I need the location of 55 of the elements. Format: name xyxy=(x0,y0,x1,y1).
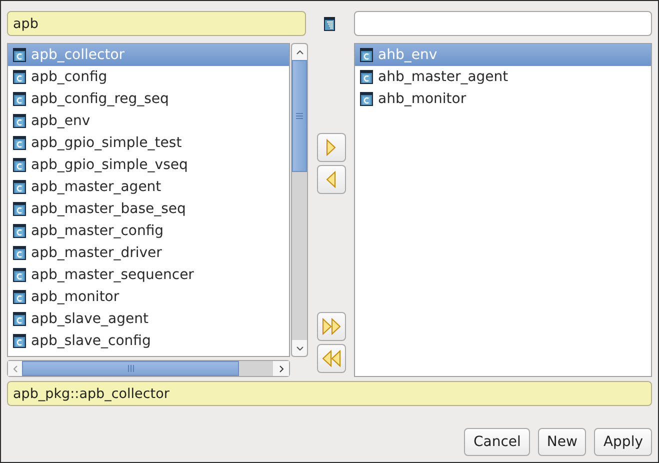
class-icon xyxy=(13,70,26,84)
list-item[interactable]: apb_master_base_seq xyxy=(8,198,289,220)
scroll-down-icon[interactable] xyxy=(296,346,304,350)
list-item[interactable]: apb_gpio_simple_test xyxy=(8,132,289,154)
dialog-button[interactable]: Cancel xyxy=(464,428,530,456)
filter-field[interactable]: apb xyxy=(7,11,306,36)
move-all-left-button[interactable] xyxy=(316,344,346,373)
class-icon xyxy=(360,70,373,84)
class-icon xyxy=(360,92,373,106)
scroll-right-icon[interactable] xyxy=(278,364,284,372)
class-icon xyxy=(13,48,26,62)
list-item[interactable]: apb_master_agent xyxy=(8,176,289,198)
grip-icon xyxy=(128,365,134,372)
info-field[interactable]: apb_pkg::apb_collector xyxy=(7,381,652,406)
list-item[interactable]: apb_config_reg_seq xyxy=(8,88,289,110)
name-field[interactable] xyxy=(354,11,652,36)
double-right-triangle-icon xyxy=(322,318,340,335)
class-icon xyxy=(13,202,26,216)
list-item[interactable]: apb_master_config xyxy=(8,220,289,242)
class-icon xyxy=(13,224,26,238)
class-icon xyxy=(13,268,26,282)
list-item[interactable]: apb_slave_agent xyxy=(8,308,289,330)
list-item[interactable]: apb_gpio_simple_vseq xyxy=(8,154,289,176)
right-triangle-icon xyxy=(326,139,336,156)
class-icon xyxy=(13,180,26,194)
scroll-up-icon[interactable] xyxy=(296,50,304,54)
class-icon xyxy=(13,158,26,172)
vertical-scrollbar[interactable] xyxy=(291,43,308,357)
class-icon xyxy=(13,312,26,326)
move-left-button[interactable] xyxy=(316,165,346,194)
class-icon xyxy=(13,92,26,106)
class-icon xyxy=(13,246,26,260)
grip-icon xyxy=(296,113,303,119)
list-item[interactable]: apb_env xyxy=(8,110,289,132)
double-left-triangle-icon xyxy=(322,350,340,367)
dialog-button[interactable]: New xyxy=(538,428,586,456)
class-icon xyxy=(13,114,26,128)
class-icon xyxy=(13,136,26,150)
left-triangle-icon xyxy=(326,171,336,188)
class-icon xyxy=(13,334,26,348)
class-icon xyxy=(13,290,26,304)
horizontal-scrollbar[interactable] xyxy=(7,360,290,377)
list-icon[interactable] xyxy=(324,16,336,30)
move-right-button[interactable] xyxy=(316,133,346,162)
move-all-right-button[interactable] xyxy=(316,312,346,341)
list-item[interactable]: apb_config xyxy=(8,66,289,88)
list-item[interactable]: apb_slave_config xyxy=(8,330,289,352)
list-item[interactable]: ahb_monitor xyxy=(355,88,651,110)
list-item[interactable]: apb_monitor xyxy=(8,286,289,308)
dialog-button[interactable]: Apply xyxy=(594,428,652,456)
list-item[interactable]: ahb_master_agent xyxy=(355,66,651,88)
list-item[interactable]: apb_master_driver xyxy=(8,242,289,264)
scroll-left-icon[interactable] xyxy=(12,364,18,372)
list-item[interactable]: apb_master_sequencer xyxy=(8,264,289,286)
class-icon xyxy=(360,48,373,62)
